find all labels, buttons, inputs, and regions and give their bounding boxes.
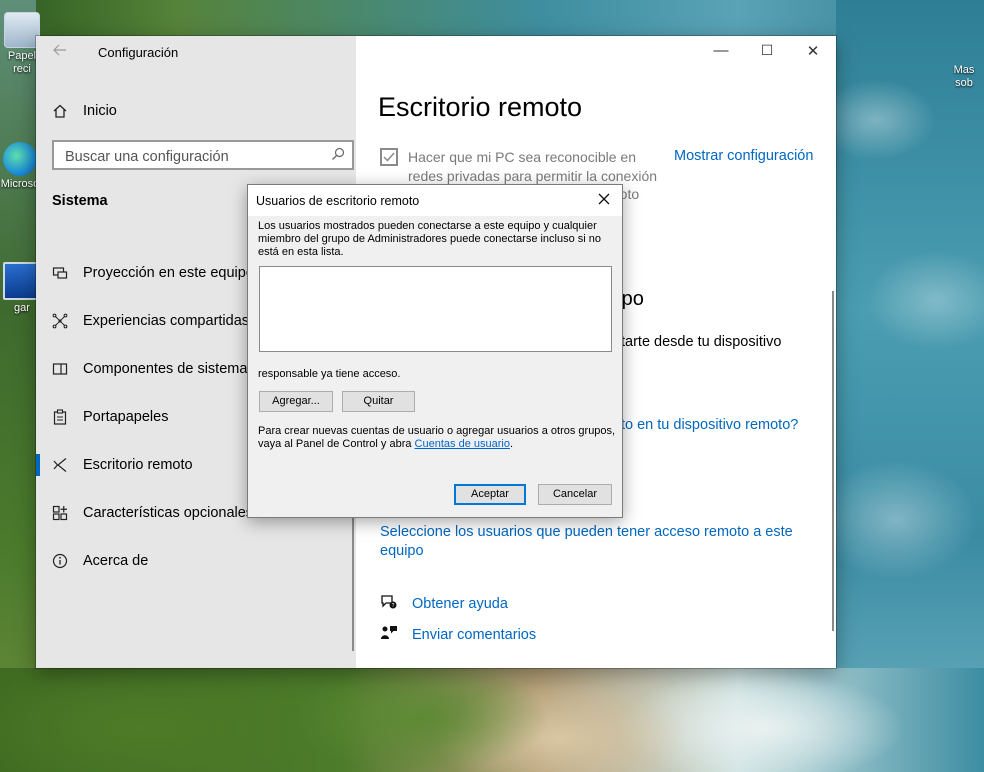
- desktop-icon-label: Mas sob: [953, 64, 975, 89]
- edge-icon: [3, 142, 37, 176]
- remote-desktop-icon: [52, 457, 68, 473]
- dialog-help-text: Para crear nuevas cuentas de usuario o a…: [258, 425, 618, 451]
- sidebar-item-label: Portapapeles: [83, 409, 169, 425]
- optional-features-icon: [52, 505, 68, 521]
- back-arrow-icon[interactable]: [52, 42, 68, 63]
- content-scrollbar[interactable]: [832, 291, 834, 631]
- desktop-icon-label: Papel reci: [7, 50, 37, 75]
- dialog-title-bar: Usuarios de escritorio remoto: [248, 185, 622, 216]
- projection-icon: [52, 265, 68, 281]
- discoverable-checkbox[interactable]: [380, 148, 398, 166]
- sidebar-item-label: Componentes de sistema: [83, 361, 248, 377]
- shared-experiences-icon: [52, 313, 68, 329]
- close-icon: [598, 193, 610, 205]
- active-indicator: [36, 454, 40, 476]
- dialog-close-button[interactable]: [594, 190, 614, 210]
- svg-text:?: ?: [392, 603, 395, 609]
- home-icon: [52, 103, 68, 119]
- section-text-fragment: tarte desde tu dispositivo: [621, 334, 782, 350]
- add-user-button[interactable]: Agregar...: [259, 391, 333, 412]
- access-note: responsable ya tiene acceso.: [258, 368, 401, 380]
- search-box[interactable]: [52, 140, 354, 170]
- sidebar-item-label: Escritorio remoto: [83, 457, 193, 473]
- get-help-link[interactable]: Obtener ayuda: [412, 596, 508, 612]
- sidebar-item-label: Características opcionales: [83, 505, 254, 521]
- desktop-icon-label: gar: [14, 302, 30, 314]
- remove-user-button[interactable]: Quitar: [342, 391, 415, 412]
- window-title: Configuración: [98, 45, 179, 60]
- select-users-link[interactable]: Seleccione los usuarios que pueden tener…: [380, 523, 800, 560]
- help-chat-icon: ?: [380, 594, 398, 614]
- get-help-row[interactable]: ? Obtener ayuda: [380, 594, 508, 614]
- feedback-link[interactable]: Enviar comentarios: [412, 627, 536, 643]
- info-icon: [52, 553, 68, 569]
- feedback-icon: [380, 625, 398, 645]
- wallpaper-sea: [836, 0, 984, 772]
- ok-button[interactable]: Aceptar: [454, 484, 526, 505]
- wallpaper-beach: [0, 668, 984, 772]
- dialog-title: Usuarios de escritorio remoto: [256, 194, 420, 208]
- nav-home[interactable]: Inicio: [52, 100, 117, 122]
- sidebar-item-remote-desktop[interactable]: Escritorio remoto: [52, 454, 193, 476]
- sidebar-section-heading: Sistema: [52, 193, 108, 209]
- remote-help-link-fragment[interactable]: to en tu dispositivo remoto?: [621, 417, 798, 433]
- system-components-icon: [52, 361, 68, 377]
- clipboard-icon: [52, 409, 68, 425]
- sidebar-item-about[interactable]: Acerca de: [52, 550, 148, 572]
- search-input[interactable]: [63, 146, 317, 168]
- sidebar-item-shared-experiences[interactable]: Experiencias compartidas: [52, 310, 249, 332]
- desktop-icon-label: Microso: [0, 178, 40, 190]
- page-title: Escritorio remoto: [378, 92, 583, 122]
- cancel-button[interactable]: Cancelar: [538, 484, 612, 505]
- wallpaper-cliff: [0, 0, 36, 772]
- discoverable-text: Hacer que mi PC sea reconocible en redes…: [408, 149, 658, 184]
- search-icon[interactable]: [331, 147, 345, 164]
- sidebar-item-label: Acerca de: [83, 553, 149, 569]
- sidebar-item-projection[interactable]: Proyección en este equipo: [52, 262, 254, 284]
- dialog-help-end: .: [509, 438, 514, 450]
- user-accounts-link[interactable]: Cuentas de usuario: [415, 438, 510, 450]
- sidebar-item-label: Experiencias compartidas: [83, 313, 250, 329]
- checkmark-icon: [383, 152, 395, 162]
- users-list[interactable]: [259, 266, 612, 352]
- remote-users-dialog: Usuarios de escritorio remoto Los usuari…: [247, 184, 623, 518]
- sidebar-item-system-components[interactable]: Componentes de sistema: [52, 358, 247, 380]
- recycle-bin-icon: [4, 12, 40, 48]
- sidebar-item-clipboard[interactable]: Portapapeles: [52, 406, 168, 428]
- feedback-row[interactable]: Enviar comentarios: [380, 625, 536, 645]
- nav-home-label: Inicio: [83, 103, 117, 119]
- sidebar-item-label: Proyección en este equipo: [83, 265, 254, 281]
- show-settings-link[interactable]: Mostrar configuración: [674, 148, 813, 164]
- dialog-description: Los usuarios mostrados pueden conectarse…: [258, 220, 602, 258]
- desktop-icon-shortcut[interactable]: Mas sob: [944, 64, 984, 90]
- sidebar-item-optional-features[interactable]: Características opcionales: [52, 502, 253, 524]
